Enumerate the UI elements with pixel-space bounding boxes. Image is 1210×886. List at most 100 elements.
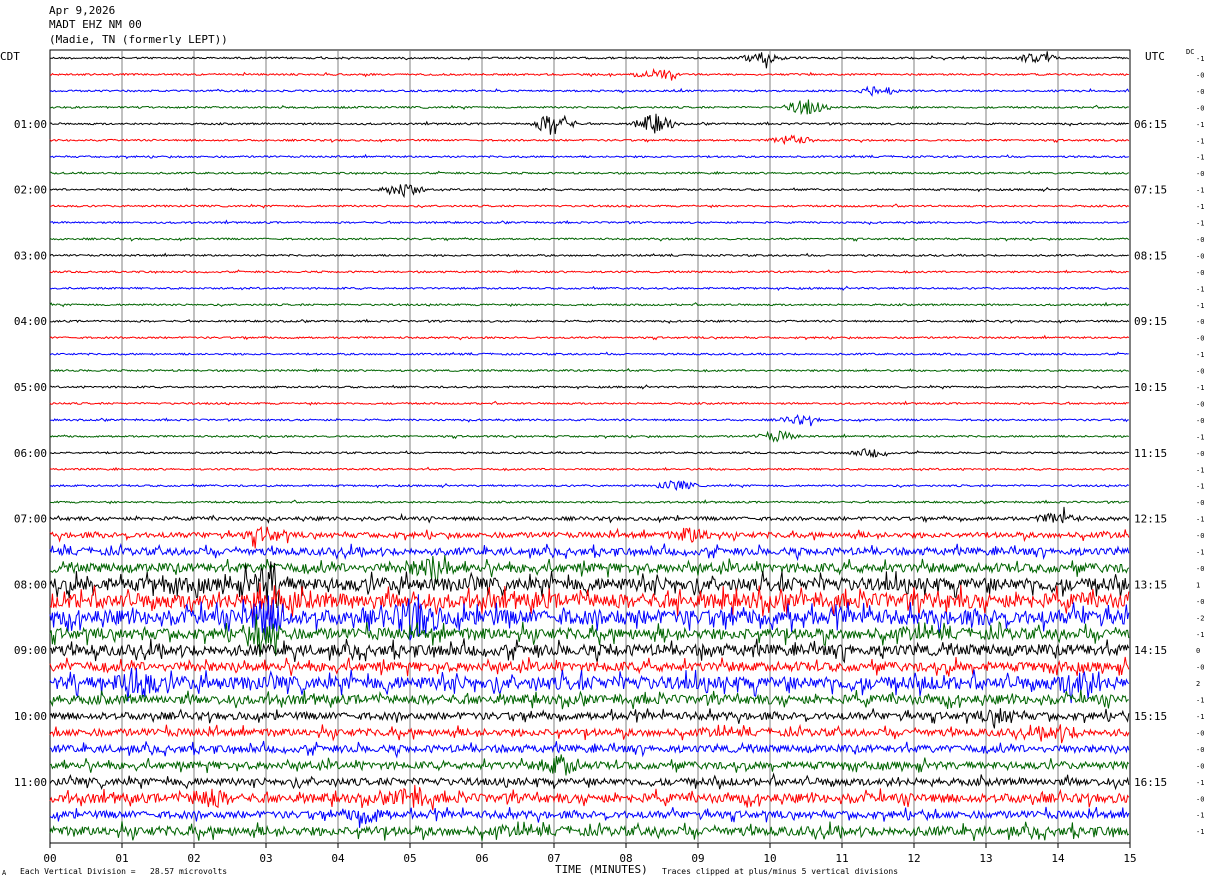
dc-offset-label: -0 [1196,565,1204,573]
corner-mark: A [2,869,7,877]
dc-offset-label: -0 [1196,762,1204,770]
dc-offset-label: -0 [1196,104,1204,112]
trace-line [49,555,1130,585]
x-tick-label: 12 [907,852,920,865]
left-time-label: 09:00 [14,644,47,657]
trace-line [49,237,1130,242]
trace-line [49,334,1130,341]
trace-line [49,153,1129,160]
x-tick-label: 06 [475,852,488,865]
dc-offset-label: -0 [1196,450,1204,458]
trace-line [49,740,1130,759]
dc-offset-label: -0 [1196,598,1204,606]
dc-offset-label: -0 [1196,368,1204,376]
dc-offset-label: -1 [1196,220,1204,228]
trace-line [49,318,1130,325]
trace-line [49,542,1130,562]
dc-offset-label: -1 [1196,351,1204,359]
left-time-label: 11:00 [14,776,47,789]
dc-offset-label: 2 [1196,680,1200,688]
trace-line [49,656,1130,677]
left-time-label: 07:00 [14,513,47,526]
x-tick-label: 02 [187,852,200,865]
dc-offset-label: -1 [1196,154,1204,162]
trace-line [49,784,1130,811]
trace-line [49,99,1129,116]
trace-line [49,203,1130,209]
dc-offset-label: -0 [1196,88,1204,96]
trace-line [49,708,1130,729]
trace-line [49,480,1130,491]
trace-line [50,170,1129,176]
trace-line [49,269,1129,274]
dc-offset-label: -1 [1196,697,1204,705]
right-time-label: 13:15 [1134,578,1167,591]
trace-line [49,754,1130,776]
dc-offset-label: -1 [1196,828,1204,836]
vertical-scale-note: Each Vertical Division = 28.57 microvolt… [20,867,228,876]
dc-offset-label: -1 [1196,483,1204,491]
dc-offset-label: -0 [1196,252,1204,260]
right-time-label: 11:15 [1134,447,1167,460]
x-tick-label: 11 [835,852,848,865]
left-time-label: 08:00 [14,578,47,591]
left-time-label: 01:00 [14,118,47,131]
dc-offset-label: -1 [1196,203,1204,211]
left-time-label: 02:00 [14,184,47,197]
trace-line [49,506,1130,524]
x-tick-label: 01 [115,852,128,865]
x-tick-label: 00 [43,852,56,865]
dc-offset-label: -0 [1196,400,1204,408]
dc-offset-label: -2 [1196,614,1204,622]
right-time-label: 12:15 [1134,513,1167,526]
trace-line [49,219,1129,226]
dc-offset-label: -0 [1196,269,1204,277]
dc-offset-label: -0 [1196,236,1204,244]
x-tick-label: 04 [331,852,345,865]
trace-line [49,689,1129,710]
dc-offset-label: -0 [1196,318,1204,326]
dc-offset-label: -1 [1196,812,1204,820]
trace-line [49,723,1130,744]
plot-frame [49,49,1131,844]
x-tick-label: 14 [1051,852,1065,865]
dc-offset-label: -0 [1196,335,1204,343]
trace-line [49,400,1129,406]
trace-line [49,285,1129,291]
dc-offset-label: -1 [1196,285,1204,293]
left-time-label: 03:00 [14,249,47,262]
trace-line [49,301,1130,308]
dc-offset-label: -0 [1196,664,1204,672]
dc-offset-label: -0 [1196,170,1204,178]
left-time-label: 05:00 [14,381,47,394]
left-time-label: 06:00 [14,447,47,460]
trace-line [49,638,1130,664]
dc-offset-label: -1 [1196,137,1204,145]
x-tick-label: 10 [763,852,776,865]
trace-line [49,384,1129,390]
trace-line [49,466,1130,472]
x-tick-label: 05 [403,852,416,865]
dc-offset-label: -1 [1196,779,1204,787]
left-time-label: 04:00 [14,315,47,328]
x-tick-label: 15 [1123,852,1136,865]
dc-offset-label: -0 [1196,499,1204,507]
right-time-label: 07:15 [1134,184,1167,197]
trace-line [49,525,1130,549]
dc-offset-label: -0 [1196,417,1204,425]
right-time-label: 14:15 [1134,644,1167,657]
x-tick-label: 13 [979,852,992,865]
dc-offset-label: -1 [1196,121,1204,129]
dc-offset-label: -1 [1196,549,1204,557]
dc-offset-label: -1 [1196,631,1204,639]
trace-line [49,772,1130,791]
trace-line [49,806,1130,828]
right-time-label: 09:15 [1134,315,1167,328]
dc-offset-label: -1 [1196,466,1204,474]
dc-offset-label: -0 [1196,532,1204,540]
dc-offset-label: -1 [1196,55,1204,63]
dc-offset-label: -0 [1196,795,1204,803]
dc-offset-label: -1 [1196,384,1204,392]
helicorder-plot: 00 01 02 03 04 05 06 07 08 09 10 11 12 13 14 15-1-0-0-0… [14,49,1204,865]
dc-offset-label: -1 [1196,713,1204,721]
